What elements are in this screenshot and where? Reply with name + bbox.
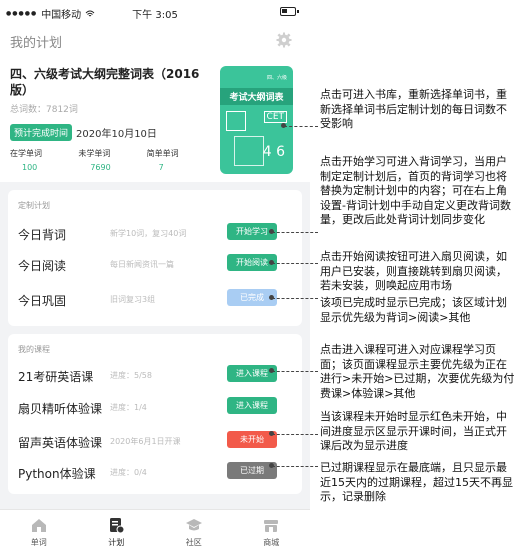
custom-plan-card: 定制计划 今日背词 新学10词，复习40词 开始学习 今日阅读 每日新闻资讯一篇… (8, 190, 302, 326)
annotation-course: 点击进入课程可进入对应课程学习页面；该页面课程显示主要优先级为正在进行>未开始>… (320, 343, 515, 400)
tab-words[interactable]: 单词 (0, 510, 78, 559)
stat-unlearned: 未学单词 7690 (78, 148, 146, 172)
stat-learning: 在学单词 100 (10, 148, 78, 172)
annotation-connector (269, 229, 318, 234)
plan-desc: 每日新闻资讯一篇 (110, 260, 174, 269)
plan-icon (110, 518, 125, 534)
stat-value: 100 (22, 163, 38, 172)
course-progress: 进度：5/58 (110, 371, 152, 380)
plan-finish-badge: 预计完成时间 (10, 124, 73, 141)
annotation-connector (269, 368, 318, 373)
annotation-not-started: 当该课程未开始时显示红色未开始，中间进度显示区显示开课时间，当正式开课后改为显示… (320, 410, 507, 452)
plan-name: 今日阅读 (18, 259, 67, 273)
plan-row-reading: 今日阅读 每日新闻资讯一篇 开始阅读 (8, 249, 302, 279)
course-name: 扇贝精听体验课 (18, 402, 103, 416)
plan-row-words: 今日背词 新学10词，复习40词 开始学习 (8, 218, 302, 248)
tab-plan[interactable]: 计划 (78, 510, 156, 559)
course-name: Python体验课 (18, 467, 96, 481)
section-title: 定制计划 (18, 201, 50, 210)
tab-shop[interactable]: 商城 (233, 510, 311, 559)
annotation-study: 点击开始学习可进入背词学习，当用户制定定制计划后，首页的背词学习也将替换为定制计… (320, 155, 511, 226)
cover-num-6: 6 (276, 144, 285, 160)
course-row: Python体验课 进度：0/4 已过期 (8, 457, 302, 487)
plan-desc: 新学10词，复习40词 (110, 229, 187, 238)
cover-frame-icon (234, 136, 264, 166)
plan-name: 今日背词 (18, 228, 67, 242)
plan-name: 今日巩固 (18, 294, 67, 308)
tab-label: 计划 (108, 538, 125, 547)
word-stats: 在学单词 100 未学单词 7690 简单单词 7 (10, 148, 215, 172)
wordbook-card[interactable]: 四、六级考试大纲完整词表（2016版） 总词数：7812词 预计完成时间 202… (0, 58, 310, 182)
stat-label: 未学单词 (78, 149, 111, 158)
tab-community[interactable]: 社区 (155, 510, 233, 559)
tab-label: 单词 (30, 538, 47, 547)
cover-subtitle: 四、六级 (266, 75, 287, 81)
course-row: 扇贝精听体验课 进度：1/4 进入课程 (8, 392, 302, 422)
gear-icon[interactable] (276, 32, 292, 48)
course-start-date: 2020年6月1日开课 (110, 437, 181, 446)
tab-bar: 单词 计划 社区 商城 (0, 509, 310, 559)
nav-bar: 我的计划 (0, 24, 310, 58)
course-row: 21考研英语课 进度：5/58 进入课程 (8, 360, 302, 390)
annotation-connector (269, 260, 318, 265)
enter-course-button[interactable]: 进入课程 (227, 397, 277, 414)
clock-label: 下午 3:05 (132, 10, 178, 21)
annotation-connector (281, 123, 318, 128)
phone-screen: ●●●●● 中国移动 下午 3:05 我的计划 四、六级考试大纲完整词表（201… (0, 0, 310, 559)
cover-grid-icon (226, 111, 246, 131)
annotation-connector (269, 295, 318, 300)
stat-easy: 简单单词 7 (147, 148, 215, 172)
home-icon (31, 519, 46, 532)
community-icon (185, 519, 202, 531)
annotation-completed: 该项已完成时显示已完成；该区域计划显示优先级为背词>阅读>其他 (320, 296, 507, 324)
tab-label: 社区 (185, 538, 202, 547)
plan-finish-row: 预计完成时间 2020年10月10日 (10, 124, 157, 141)
stat-value: 7690 (90, 163, 111, 172)
plan-row-review: 今日巩固 旧词复习3组 已完成 (8, 284, 302, 314)
course-name: 留声英语体验课 (18, 436, 103, 450)
word-count: 总词数：7812词 (10, 105, 78, 115)
shop-icon (264, 520, 279, 532)
section-title: 我的课程 (18, 345, 50, 354)
annotation-connector (269, 431, 318, 436)
cover-level: 4 6 (263, 144, 285, 160)
wordbook-cover[interactable]: 四、六级 考试大纲词表 CET 4 6 (220, 66, 293, 174)
plan-finish-date: 2020年10月10日 (76, 129, 157, 140)
cover-title: 考试大纲词表 (220, 88, 293, 105)
cover-num-4: 4 (262, 144, 272, 160)
my-courses-card: 我的课程 21考研英语课 进度：5/58 进入课程 扇贝精听体验课 进度：1/4… (8, 334, 302, 494)
stat-label: 简单单词 (146, 149, 179, 158)
status-bar: ●●●●● 中国移动 下午 3:05 (0, 0, 310, 24)
stat-label: 在学单词 (10, 149, 42, 158)
cover-cet: CET (263, 111, 287, 123)
tab-label: 商城 (263, 538, 280, 547)
wordbook-title: 四、六级考试大纲完整词表（2016版） (10, 67, 200, 97)
course-name: 21考研英语课 (18, 370, 94, 384)
plan-desc: 旧词复习3组 (110, 295, 156, 304)
page-title: 我的计划 (10, 36, 63, 51)
annotation-reading: 点击开始阅读按钮可进入扇贝阅读，如用户已安装，则直接跳转到扇贝阅读，若未安装，则… (320, 250, 507, 292)
annotation-connector (269, 463, 318, 468)
annotation-expired: 已过期课程显示在最底端，且只显示最近15天内的过期课程，超过15天不再显示，记录… (320, 461, 513, 503)
course-progress: 进度：0/4 (110, 468, 147, 477)
stat-value: 7 (158, 163, 164, 172)
annotation-wordbook: 点击可进入书库，重新选择单词书，重新选择单词书后定制计划的每日词数不受影响 (320, 88, 507, 130)
battery-icon (280, 7, 299, 16)
course-row: 留声英语体验课 2020年6月1日开课 未开始 (8, 426, 302, 456)
course-progress: 进度：1/4 (110, 403, 147, 412)
